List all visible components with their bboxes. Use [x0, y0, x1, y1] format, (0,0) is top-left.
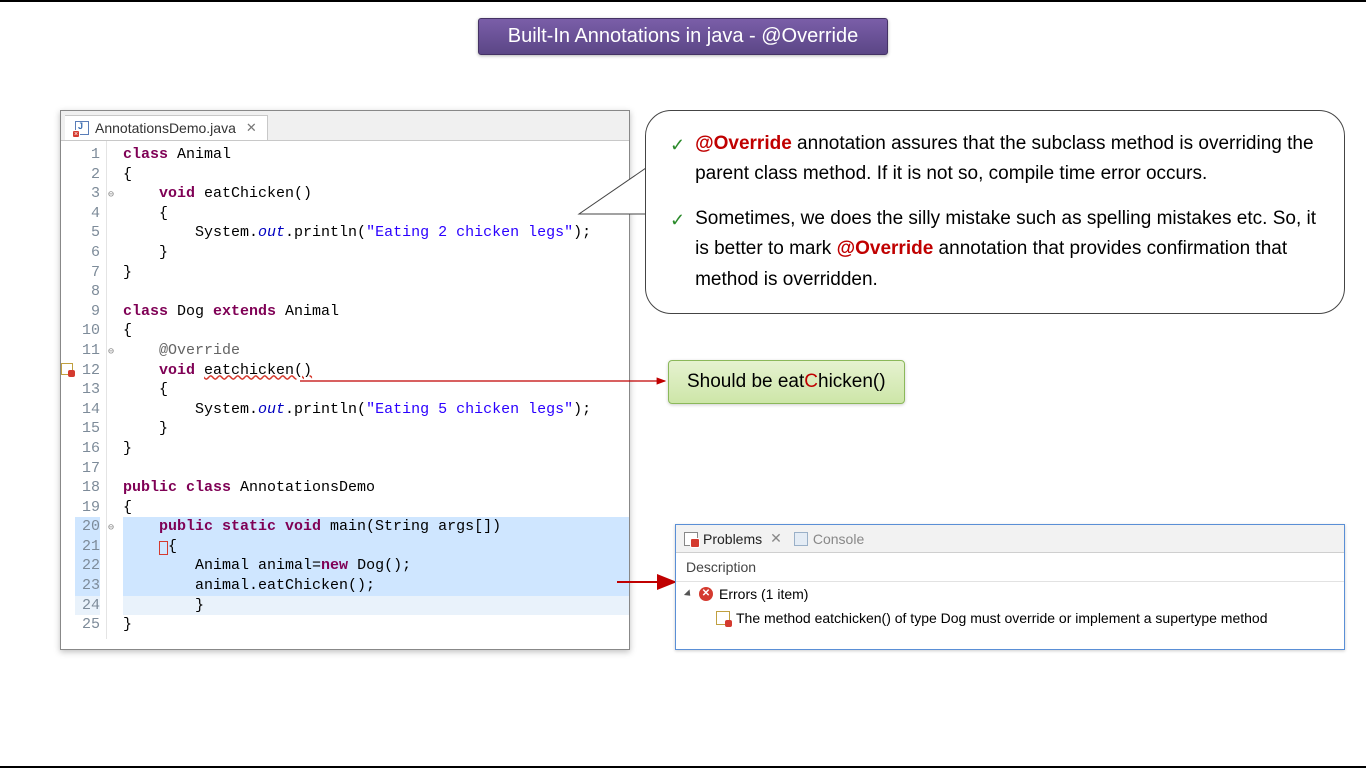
- bubble-text: @Override annotation assures that the su…: [695, 129, 1320, 190]
- fold-icon[interactable]: ⊖: [108, 519, 114, 539]
- code-line[interactable]: {: [123, 204, 629, 224]
- gutter-marks: [61, 141, 75, 639]
- error-text: The method eatchicken() of type Dog must…: [736, 610, 1267, 626]
- code-line[interactable]: [123, 459, 629, 479]
- code-line[interactable]: class Dog extends Animal: [123, 302, 629, 322]
- java-file-icon: ×: [75, 121, 89, 135]
- line-numbers: 1234567891011121314151617181920212223242…: [75, 141, 107, 639]
- check-icon: ✓: [670, 131, 685, 190]
- code-line[interactable]: }: [123, 615, 629, 635]
- code-line[interactable]: {: [123, 321, 629, 341]
- problems-header: Description: [676, 553, 1344, 582]
- code-line[interactable]: Animal animal=new Dog();: [123, 556, 629, 576]
- code-area[interactable]: 1234567891011121314151617181920212223242…: [61, 141, 629, 639]
- tab-console[interactable]: Console: [794, 531, 864, 547]
- editor-tabbar: × AnnotationsDemo.java ✕: [61, 111, 629, 141]
- code-line[interactable]: public class AnnotationsDemo: [123, 478, 629, 498]
- errors-group[interactable]: ✕ Errors (1 item): [676, 582, 1344, 606]
- code-line[interactable]: public static void main(String args[]): [123, 517, 629, 537]
- tab-problems[interactable]: Problems ✕: [684, 530, 782, 547]
- tab-label: Console: [813, 531, 864, 547]
- code-line[interactable]: [123, 282, 629, 302]
- code-lines[interactable]: class Animal{ void eatChicken() { System…: [119, 141, 629, 639]
- callout-red: C: [804, 371, 818, 392]
- console-icon: [794, 532, 808, 546]
- code-line[interactable]: void eatchicken(): [123, 361, 629, 381]
- error-icon: ✕: [699, 587, 713, 601]
- code-line[interactable]: @Override: [123, 341, 629, 361]
- explanation-bubble: ✓ @Override annotation assures that the …: [645, 110, 1345, 314]
- code-line[interactable]: class Animal: [123, 145, 629, 165]
- problems-tabbar: Problems ✕ Console: [676, 525, 1344, 553]
- title-text: Built-In Annotations in java - @Override: [508, 25, 858, 47]
- error-item-icon: [716, 611, 730, 625]
- tab-label: Problems: [703, 531, 762, 547]
- code-line[interactable]: System.out.println("Eating 2 chicken leg…: [123, 223, 629, 243]
- code-line[interactable]: {: [123, 537, 629, 557]
- code-line[interactable]: {: [123, 380, 629, 400]
- problems-panel: Problems ✕ Console Description ✕ Errors …: [675, 524, 1345, 650]
- code-line[interactable]: }: [123, 419, 629, 439]
- code-line[interactable]: }: [123, 243, 629, 263]
- fold-icon[interactable]: ⊖: [108, 343, 114, 363]
- top-border: [0, 0, 1366, 2]
- title-banner: Built-In Annotations in java - @Override: [478, 18, 888, 55]
- bubble-item: ✓ @Override annotation assures that the …: [670, 129, 1320, 190]
- bubble-item: ✓ Sometimes, we does the silly mistake s…: [670, 204, 1320, 295]
- check-icon: ✓: [670, 206, 685, 295]
- error-item[interactable]: The method eatchicken() of type Dog must…: [676, 606, 1344, 630]
- code-line[interactable]: {: [123, 165, 629, 185]
- correction-callout: Should be eatChicken(): [668, 360, 905, 404]
- fold-column: ⊖ ⊖ ⊖: [107, 141, 119, 639]
- code-line[interactable]: }: [123, 263, 629, 283]
- error-box-icon: [159, 541, 168, 555]
- tab-label: AnnotationsDemo.java: [95, 120, 236, 136]
- close-icon[interactable]: ✕: [246, 120, 257, 136]
- callout-pre: Should be eat: [687, 371, 804, 392]
- errors-label: Errors (1 item): [719, 586, 808, 602]
- code-line[interactable]: {: [123, 498, 629, 518]
- code-line[interactable]: }: [123, 596, 629, 616]
- close-icon[interactable]: ✕: [770, 530, 782, 547]
- bubble-text: Sometimes, we does the silly mistake suc…: [695, 204, 1320, 295]
- code-line[interactable]: animal.eatChicken();: [123, 576, 629, 596]
- error-marker-icon[interactable]: [61, 363, 75, 377]
- fold-icon[interactable]: ⊖: [108, 186, 114, 206]
- editor-tab[interactable]: × AnnotationsDemo.java ✕: [65, 115, 268, 140]
- code-line[interactable]: System.out.println("Eating 5 chicken leg…: [123, 400, 629, 420]
- code-editor: × AnnotationsDemo.java ✕ 123456789101112…: [60, 110, 630, 650]
- code-line[interactable]: }: [123, 439, 629, 459]
- code-line[interactable]: void eatChicken(): [123, 184, 629, 204]
- callout-post: hicken(): [818, 371, 886, 392]
- expand-icon[interactable]: [684, 589, 693, 598]
- problems-icon: [684, 532, 698, 546]
